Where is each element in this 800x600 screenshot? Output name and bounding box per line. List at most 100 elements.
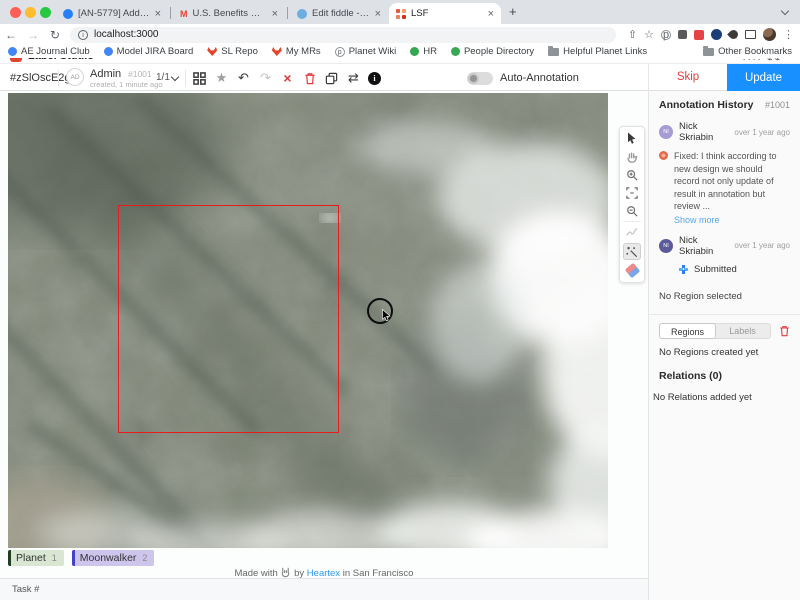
planet-wiki-icon: p: [335, 47, 345, 57]
satellite-image[interactable]: [8, 93, 608, 548]
avatar: NI: [659, 239, 673, 253]
bookmark-model-jira-board[interactable]: Model JIRA Board: [104, 46, 194, 57]
share-icon[interactable]: ⇧: [628, 28, 637, 41]
brush-tool-icon[interactable]: [623, 225, 641, 240]
avatar: NI: [659, 125, 673, 139]
reload-button[interactable]: ↻: [44, 28, 66, 42]
annotations-dropdown-icon[interactable]: [171, 73, 179, 81]
extension-navy-icon[interactable]: [711, 29, 722, 40]
address-bar[interactable]: i localhost:3000: [70, 27, 616, 43]
browser-tab-gmail[interactable]: M U.S. Benefits News - Open En ×: [173, 3, 285, 24]
bookmark-star-icon[interactable]: ☆: [644, 28, 654, 41]
browser-tab-jira[interactable]: [AN-5779] Add Magic Wand fu ×: [56, 3, 168, 24]
show-more-link[interactable]: Show more: [674, 215, 790, 225]
annotation-sidebar: Annotation History #1001 NI Nick Skriabi…: [648, 91, 800, 600]
other-bookmarks[interactable]: Other Bookmarks: [703, 46, 792, 57]
image-tools-palette: [619, 126, 645, 283]
region-bounding-box[interactable]: [118, 205, 339, 433]
label-hotkey: 1: [52, 553, 57, 563]
no-relations-text: No Relations added yet: [653, 392, 790, 403]
extension-icon[interactable]: [678, 30, 687, 39]
comment-fixed-icon: [659, 151, 668, 160]
label-chips-row: Planet1 Moonwalker2: [8, 550, 154, 566]
ground-truth-star-icon[interactable]: ★: [214, 71, 229, 86]
rock-hand-icon: [280, 567, 291, 578]
chrome-menu-icon[interactable]: ⋮: [783, 28, 794, 41]
info-icon[interactable]: i: [368, 72, 381, 85]
redo-icon[interactable]: ↷: [258, 71, 273, 86]
tab-title: Edit fiddle - JSFiddle - Code P: [312, 8, 370, 19]
labels-tab[interactable]: Labels: [715, 324, 770, 338]
reset-icon[interactable]: ×: [280, 71, 295, 86]
back-button[interactable]: ←: [0, 28, 22, 42]
bookmark-my-mrs[interactable]: My MRs: [272, 46, 321, 57]
regions-labels-switcher: Regions Labels: [659, 323, 790, 339]
mac-zoom-button[interactable]: [40, 7, 51, 18]
site-info-icon[interactable]: i: [78, 30, 88, 40]
fit-to-screen-icon[interactable]: [623, 185, 641, 200]
tab-search-chevron-icon[interactable]: [781, 7, 789, 15]
mac-close-button[interactable]: [10, 7, 21, 18]
tab-close-icon[interactable]: ×: [488, 8, 494, 20]
label-chip-moonwalker[interactable]: Moonwalker2: [72, 550, 155, 566]
regions-tab[interactable]: Regions: [659, 323, 716, 339]
grid-view-icon[interactable]: [192, 71, 207, 86]
url-text: localhost:3000: [94, 29, 159, 40]
user-avatar: AD: [66, 68, 84, 86]
zoom-out-tool-icon[interactable]: [623, 203, 641, 218]
created-timestamp: created, 1 minute ago: [90, 80, 163, 89]
jira-favicon: [63, 9, 73, 19]
annotation-toolbar: #zSlOscE2g8 AD Admin #1001 created, 1 mi…: [0, 63, 800, 91]
browser-toolbar: ← → ↻ i localhost:3000 ⇧ ☆ p ⋮: [0, 24, 800, 45]
bookmark-hr[interactable]: HR: [410, 46, 437, 57]
magic-wand-tool-icon[interactable]: [623, 243, 641, 260]
bookmark-ae-journal-club[interactable]: AE Journal Club: [8, 46, 90, 57]
label-hotkey: 2: [142, 553, 147, 563]
zoom-in-tool-icon[interactable]: [623, 167, 641, 182]
sidebar-panel-icon[interactable]: [745, 30, 756, 39]
main-content: Planet1 Moonwalker2 Made with by Heartex…: [0, 91, 800, 600]
delete-trash-icon[interactable]: [302, 71, 317, 86]
browser-tab-lsf-active[interactable]: LSF ×: [389, 3, 501, 24]
bookmark-icon: [410, 47, 419, 56]
submitted-icon: [679, 265, 688, 274]
forward-button[interactable]: →: [22, 28, 44, 42]
eraser-tool-icon[interactable]: [623, 263, 641, 278]
extension-p-icon[interactable]: p: [661, 30, 671, 40]
no-regions-text: No Regions created yet: [659, 347, 790, 358]
tab-close-icon[interactable]: ×: [155, 8, 161, 20]
label-chip-planet[interactable]: Planet1: [8, 550, 64, 566]
folder-icon: [548, 48, 559, 56]
tab-close-icon[interactable]: ×: [272, 8, 278, 20]
profile-avatar[interactable]: [763, 28, 776, 41]
delete-regions-trash-icon[interactable]: [779, 325, 790, 337]
gitlab-icon: [207, 47, 217, 56]
bookmark-helpful-planet-links[interactable]: Helpful Planet Links: [548, 46, 647, 57]
history-entry[interactable]: NI Nick Skriabin over 1 year ago: [659, 121, 790, 143]
history-entry[interactable]: NI Nick Skriabin over 1 year ago: [659, 235, 790, 257]
skip-button[interactable]: Skip: [648, 64, 727, 92]
browser-tab-jsfiddle[interactable]: Edit fiddle - JSFiddle - Code P ×: [290, 3, 388, 24]
copy-icon[interactable]: [324, 71, 339, 86]
tab-title: U.S. Benefits News - Open En: [193, 8, 267, 19]
bookmark-people-directory[interactable]: People Directory: [451, 46, 534, 57]
bookmark-planet-wiki[interactable]: pPlanet Wiki: [335, 46, 397, 57]
update-button[interactable]: Update: [727, 64, 800, 92]
compare-arrows-icon[interactable]: ⇄: [346, 71, 361, 86]
extension-red-icon[interactable]: [694, 30, 704, 40]
extensions-pin-icon[interactable]: [727, 28, 740, 41]
new-tab-button[interactable]: +: [509, 4, 517, 19]
bookmarks-bar: AE Journal Club Model JIRA Board SL Repo…: [0, 45, 800, 58]
move-tool-icon[interactable]: [623, 131, 641, 146]
mouse-cursor-icon: [382, 309, 392, 322]
toggle-knob: [468, 73, 479, 84]
bookmark-icon: [104, 47, 113, 56]
mac-minimize-button[interactable]: [25, 7, 36, 18]
auto-annotation-toggle[interactable]: [467, 72, 493, 85]
pan-hand-tool-icon[interactable]: [623, 149, 641, 164]
gmail-favicon: M: [180, 9, 188, 19]
tab-separator: [287, 7, 288, 19]
tab-close-icon[interactable]: ×: [375, 8, 381, 20]
undo-icon[interactable]: ↶: [236, 71, 251, 86]
bookmark-sl-repo[interactable]: SL Repo: [207, 46, 258, 57]
